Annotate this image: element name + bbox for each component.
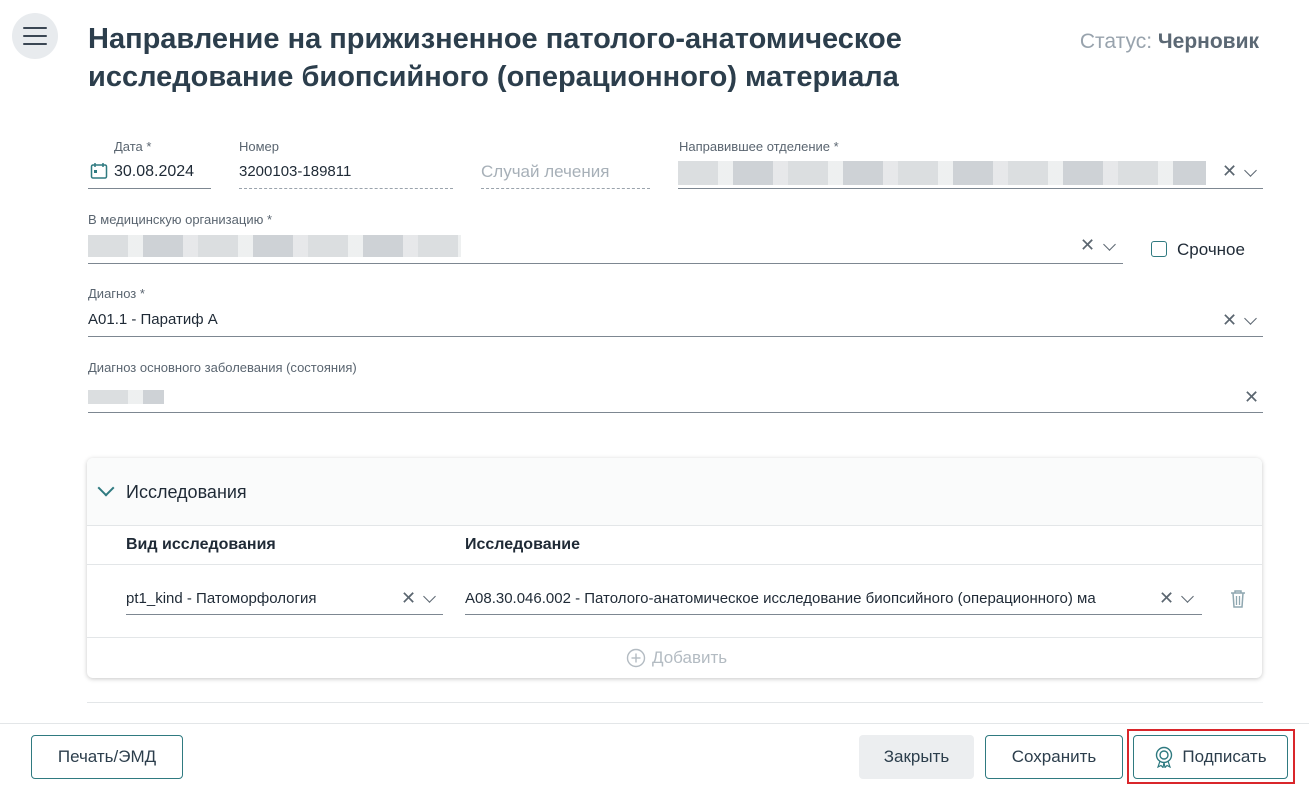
status: Статус: Черновик [1079, 30, 1259, 53]
study-value: A08.30.046.002 - Патолого-анатомическое … [465, 590, 1096, 607]
clear-icon[interactable]: ✕ [401, 588, 416, 609]
add-study-button[interactable]: Добавить [626, 648, 727, 668]
date-label: Дата * [114, 139, 152, 154]
organization-label: В медицинскую организацию * [88, 212, 272, 227]
certificate-icon [1156, 746, 1173, 768]
case-placeholder: Случай лечения [481, 162, 610, 181]
studies-header[interactable]: Исследования [87, 458, 1262, 526]
page-title: Направление на прижизненное патолого-ана… [88, 23, 902, 93]
clear-icon[interactable]: ✕ [1244, 387, 1259, 408]
number-value: 3200103-189811 [239, 163, 352, 180]
calendar-icon[interactable] [90, 162, 108, 180]
clear-icon[interactable]: ✕ [1080, 235, 1095, 256]
hamburger-icon [23, 27, 47, 29]
main-diagnosis-field[interactable]: ✕ [88, 381, 1263, 413]
clear-icon[interactable]: ✕ [1222, 161, 1237, 182]
col-study-header: Исследование [465, 536, 580, 553]
chevron-down-icon[interactable] [423, 590, 436, 603]
number-field[interactable]: 3200103-189811 [239, 158, 453, 189]
menu-button[interactable] [12, 13, 58, 59]
diagnosis-select[interactable]: A01.1 - Паратиф А ✕ [88, 305, 1263, 337]
close-button[interactable]: Закрыть [859, 735, 974, 779]
case-field[interactable]: Случай лечения [481, 158, 650, 189]
diagnosis-value: A01.1 - Паратиф А [88, 311, 218, 328]
main-diagnosis-label: Диагноз основного заболевания (состояния… [88, 360, 357, 375]
date-field[interactable]: 30.08.2024 [88, 158, 211, 189]
department-label: Направившее отделение * [679, 139, 839, 154]
studies-panel: Исследования Вид исследования Исследован… [87, 458, 1262, 678]
clear-icon[interactable]: ✕ [1159, 588, 1174, 609]
main-diagnosis-value-redacted [88, 390, 164, 404]
kind-select[interactable]: pt1_kind - Патоморфология ✕ [126, 582, 443, 615]
plus-circle-icon [626, 648, 646, 668]
chevron-down-icon[interactable] [1103, 238, 1116, 251]
chevron-down-icon[interactable] [97, 479, 115, 497]
diagnosis-label: Диагноз * [88, 286, 145, 301]
sign-button[interactable]: Подписать [1133, 735, 1288, 779]
chevron-down-icon[interactable] [1181, 590, 1194, 603]
clear-icon[interactable]: ✕ [1222, 310, 1237, 331]
trash-icon[interactable] [1229, 589, 1247, 609]
col-kind-header: Вид исследования [126, 536, 276, 553]
kind-value: pt1_kind - Патоморфология [126, 590, 317, 607]
chevron-down-icon[interactable] [1244, 164, 1257, 177]
date-value: 30.08.2024 [114, 163, 195, 180]
study-select[interactable]: A08.30.046.002 - Патолого-анатомическое … [465, 582, 1202, 615]
urgent-label: Срочное [1177, 240, 1245, 259]
print-button[interactable]: Печать/ЭМД [31, 735, 183, 779]
organization-value-redacted [88, 235, 461, 257]
organization-select[interactable]: ✕ [88, 232, 1123, 264]
save-button[interactable]: Сохранить [985, 735, 1123, 779]
number-label: Номер [239, 139, 280, 154]
studies-title: Исследования [126, 482, 247, 502]
chevron-down-icon[interactable] [1244, 312, 1257, 325]
department-select[interactable]: ✕ [678, 158, 1263, 189]
status-value: Черновик [1157, 30, 1259, 53]
department-value-redacted [678, 161, 1206, 185]
urgent-checkbox[interactable] [1151, 241, 1167, 257]
